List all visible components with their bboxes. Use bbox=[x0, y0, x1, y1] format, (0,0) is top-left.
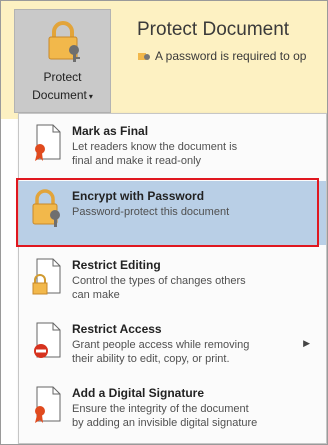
document-restricted-icon bbox=[34, 322, 61, 358]
chevron-down-icon: ▾ bbox=[88, 92, 93, 101]
menu-item-description: Password-protect this document bbox=[72, 206, 230, 218]
document-ribbon-icon bbox=[35, 124, 61, 161]
window-frame: Protect Document ▾ Protect Document A pas… bbox=[0, 0, 328, 445]
menu-item-title: Mark as Final bbox=[72, 124, 149, 138]
menu-item-description: Ensure the integrity of the document by a… bbox=[72, 403, 258, 429]
menu-item-title: Restrict Access bbox=[72, 322, 162, 336]
menu-item-mark-as-final[interactable]: Mark as Final Let readers know the docum… bbox=[19, 116, 326, 176]
submenu-arrow-icon: ▶ bbox=[303, 338, 310, 348]
protect-document-title: Protect Document bbox=[137, 19, 290, 40]
small-key-icon bbox=[138, 53, 150, 60]
menu-item-restrict-editing[interactable]: Restrict Editing Control the types of ch… bbox=[19, 250, 326, 310]
menu-item-add-digital-signature[interactable]: Add a Digital Signature Ensure the integ… bbox=[19, 378, 326, 438]
lock-key-icon bbox=[32, 189, 60, 227]
menu-item-description: Let readers know the document is final an… bbox=[72, 141, 238, 167]
menu-item-title: Encrypt with Password bbox=[72, 189, 205, 203]
protect-document-button[interactable]: Protect Document ▾ bbox=[14, 9, 111, 113]
menu-item-title: Restrict Editing bbox=[72, 258, 161, 272]
lock-key-icon bbox=[48, 21, 80, 62]
menu-item-description: Grant people access while removing their … bbox=[72, 339, 250, 365]
protect-button-label-2: Document bbox=[32, 88, 87, 102]
menu-item-restrict-access[interactable]: Restrict Access Grant people access whil… bbox=[19, 314, 326, 374]
menu-item-title: Add a Digital Signature bbox=[72, 386, 205, 400]
menu-item-description: Control the types of changes others can m… bbox=[72, 275, 246, 301]
protect-button-label-1: Protect bbox=[43, 70, 82, 84]
menu-item-encrypt-with-password[interactable]: Encrypt with Password Password-protect t… bbox=[19, 181, 326, 245]
document-ribbon-icon bbox=[35, 386, 61, 423]
password-required-text: A password is required to op bbox=[155, 49, 307, 63]
document-lock-icon bbox=[32, 258, 61, 295]
protect-document-menu: Mark as Final Let readers know the docum… bbox=[18, 113, 327, 444]
protect-document-info-bar: Protect Document ▾ Protect Document A pas… bbox=[1, 1, 327, 119]
